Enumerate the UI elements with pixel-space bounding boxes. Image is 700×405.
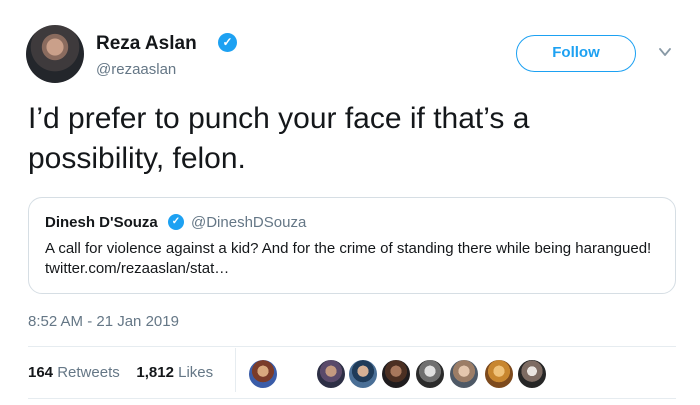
tweet-text: I’d prefer to punch your face if that’s … [28,102,530,175]
author-name[interactable]: Reza Aslan [96,33,197,55]
liker-avatar[interactable] [381,359,411,389]
liker-avatar[interactable] [316,359,346,389]
stats-separator [235,348,236,392]
retweets-count: 164 [28,364,54,381]
likes-stat[interactable]: 1,812 Likes [136,364,213,381]
liker-avatar[interactable] [484,359,514,389]
retweets-stat[interactable]: 164 Retweets [28,364,120,381]
tweet-stats: 164 Retweets 1,812 Likes [28,364,213,381]
tweet-timestamp[interactable]: 8:52 AM - 21 Jan 2019 [28,313,179,330]
verified-badge-icon: ✓ [168,214,184,230]
likes-label: Likes [178,364,214,381]
author-avatar[interactable] [26,25,84,83]
verified-badge-icon: ✓ [218,33,237,52]
follow-button[interactable]: Follow [516,35,636,72]
author-handle[interactable]: @rezaaslan [96,61,176,78]
likes-count: 1,812 [136,364,174,381]
liker-avatar[interactable] [517,359,547,389]
divider [28,346,676,347]
divider [28,398,676,399]
chevron-down-icon[interactable] [659,47,671,57]
quoted-tweet-text: A call for violence against a kid? And f… [45,240,652,277]
liker-avatar[interactable] [348,359,378,389]
quoted-author-handle: @DineshDSouza [191,214,307,231]
retweets-label: Retweets [57,364,120,381]
liker-avatar[interactable] [449,359,479,389]
liker-avatar[interactable] [248,359,278,389]
liker-avatar[interactable] [415,359,445,389]
quoted-tweet[interactable]: Dinesh D'Souza ✓ @DineshDSouza A call fo… [28,197,676,294]
quoted-author-name: Dinesh D'Souza [45,214,158,231]
